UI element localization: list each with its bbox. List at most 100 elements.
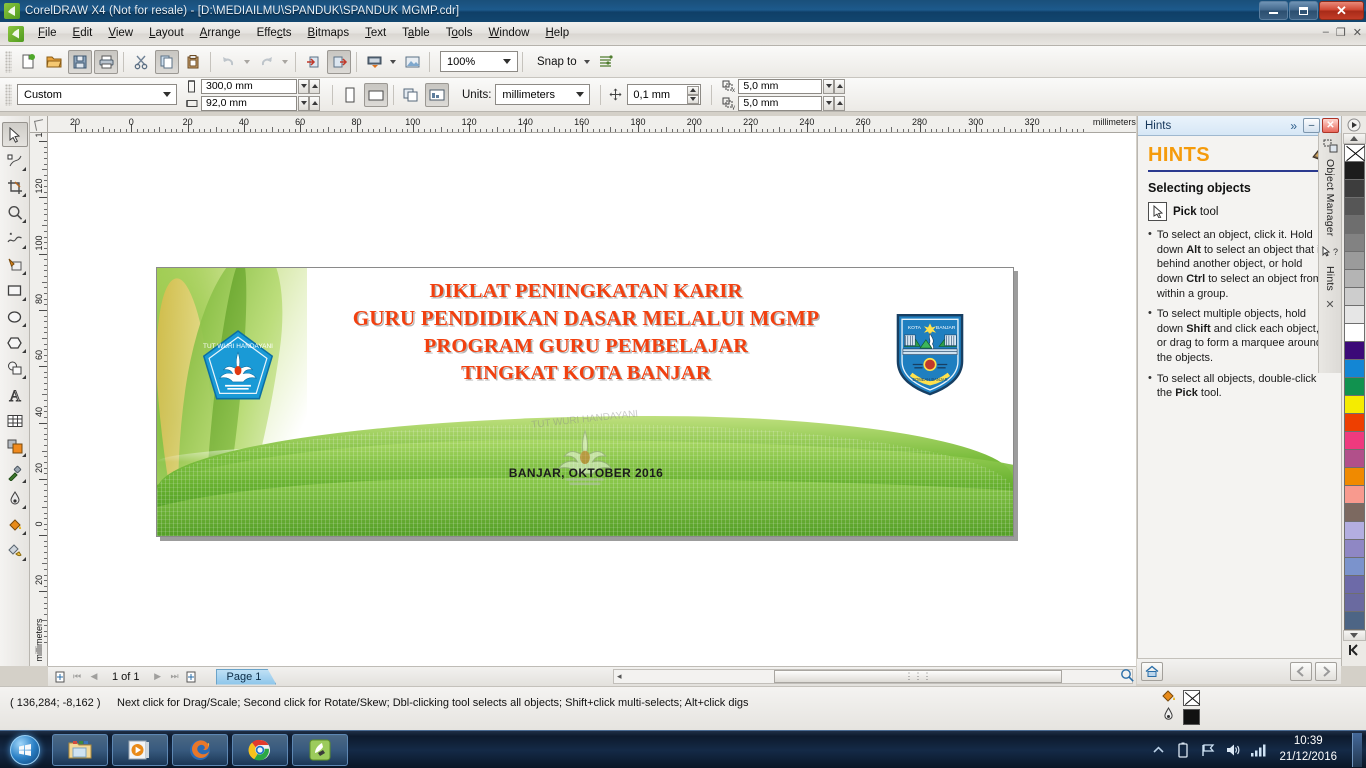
palette-swatch[interactable]: [1344, 198, 1365, 216]
polygon-tool[interactable]: [2, 330, 28, 355]
duplicate-y-down[interactable]: [823, 96, 834, 111]
docker-minimize-button[interactable]: –: [1303, 118, 1320, 133]
docker-close-button[interactable]: ✕: [1322, 118, 1339, 133]
add-page-start-icon[interactable]: [53, 669, 67, 684]
menu-text[interactable]: Text: [357, 24, 394, 43]
scroll-left-arrow-icon[interactable]: ◂: [614, 671, 622, 682]
redo-dropdown-arrow[interactable]: [282, 60, 288, 64]
flyout-arrow-icon[interactable]: [22, 323, 26, 327]
object-manager-icon[interactable]: [1323, 139, 1338, 156]
back-arrow-icon[interactable]: [1290, 662, 1312, 681]
vertical-ruler[interactable]: 14012010080604020020millimeters: [30, 133, 48, 666]
toolbar-grip[interactable]: [5, 51, 12, 73]
page-height-up[interactable]: [309, 96, 320, 111]
smart-fill-tool[interactable]: [2, 252, 28, 277]
property-bar-grip[interactable]: [5, 84, 12, 106]
palette-swatch[interactable]: [1344, 234, 1365, 252]
minimize-button[interactable]: [1259, 1, 1288, 20]
palette-swatch[interactable]: [1344, 558, 1365, 576]
palette-swatch[interactable]: [1344, 504, 1365, 522]
banner-title[interactable]: DIKLAT PENINGKATAN KARIR GURU PENDIDIKAN…: [277, 278, 895, 387]
chevron-up-icon[interactable]: [1150, 742, 1166, 758]
launcher-dropdown-arrow[interactable]: [390, 60, 396, 64]
palette-swatch[interactable]: [1344, 342, 1365, 360]
menu-file[interactable]: File: [30, 24, 65, 43]
taskbar-coreldraw-x4[interactable]: [292, 734, 348, 766]
application-launcher-button[interactable]: [362, 50, 386, 74]
duplicate-x-up[interactable]: [834, 79, 845, 94]
palette-expand-icon[interactable]: [1343, 641, 1366, 658]
eyedropper-tool[interactable]: [2, 460, 28, 485]
page-height-down[interactable]: [298, 96, 309, 111]
home-icon[interactable]: [1141, 662, 1163, 681]
menu-table[interactable]: Table: [394, 24, 438, 43]
battery-icon[interactable]: [1175, 742, 1191, 758]
palette-swatch[interactable]: [1344, 306, 1365, 324]
copy-button[interactable]: [155, 50, 179, 74]
chevron-down-icon[interactable]: [500, 53, 514, 70]
flag-icon[interactable]: [1200, 742, 1216, 758]
flyout-arrow-icon[interactable]: [22, 349, 26, 353]
menu-view[interactable]: View: [100, 24, 141, 43]
taskbar-google-chrome[interactable]: [232, 734, 288, 766]
palette-swatch[interactable]: [1344, 396, 1365, 414]
flyout-arrow-icon[interactable]: [22, 219, 26, 223]
duplicate-x-spinner[interactable]: [823, 79, 845, 94]
shape-tool[interactable]: [2, 148, 28, 173]
flyout-arrow-icon[interactable]: [22, 297, 26, 301]
landscape-orientation-button[interactable]: [364, 83, 388, 107]
import-button[interactable]: [301, 50, 325, 74]
docker-tab-object-manager[interactable]: Object Manager: [1324, 159, 1336, 237]
palette-swatch[interactable]: [1344, 540, 1365, 558]
flyout-arrow-icon[interactable]: [22, 375, 26, 379]
taskbar-windows-media-player[interactable]: [112, 734, 168, 766]
palette-swatch[interactable]: [1344, 576, 1365, 594]
crop-tool[interactable]: [2, 174, 28, 199]
horizontal-ruler[interactable]: 2002040608010012014016018020022024026028…: [30, 116, 1136, 133]
palette-swatch[interactable]: [1344, 612, 1365, 630]
docker-tab-close-icon[interactable]: ✕: [1325, 298, 1334, 311]
paste-button[interactable]: [181, 50, 205, 74]
nudge-down[interactable]: [687, 95, 699, 104]
docker-collapse-icon[interactable]: »: [1290, 119, 1297, 133]
palette-swatch[interactable]: [1344, 360, 1365, 378]
last-page-button[interactable]: ⏭: [168, 669, 182, 684]
banner-artwork[interactable]: TUT WURI HANDAYANI TUT WURI HANDAYANI: [157, 268, 1013, 536]
flyout-arrow-icon[interactable]: [22, 245, 26, 249]
first-page-button[interactable]: ⏮: [70, 669, 84, 684]
palette-swatch[interactable]: [1344, 486, 1365, 504]
horizontal-scrollbar[interactable]: ◂ ⋮⋮⋮: [613, 669, 1133, 684]
taskbar-mozilla-firefox[interactable]: [172, 734, 228, 766]
palette-swatch[interactable]: [1344, 594, 1365, 612]
mdi-close-button[interactable]: ✕: [1353, 26, 1362, 39]
drawing-canvas[interactable]: TUT WURI HANDAYANI TUT WURI HANDAYANI: [48, 133, 1136, 666]
page-width-up[interactable]: [309, 79, 320, 94]
snap-to-dropdown[interactable]: Snap to: [537, 56, 593, 68]
flyout-arrow-icon[interactable]: [22, 167, 26, 171]
page-height-field[interactable]: 92,0 mm: [201, 96, 297, 111]
palette-swatch[interactable]: [1344, 324, 1365, 342]
undo-dropdown-arrow[interactable]: [244, 60, 250, 64]
palette-swatch[interactable]: [1344, 432, 1365, 450]
palette-scroll-up-icon[interactable]: [1343, 133, 1366, 144]
palette-pin-icon[interactable]: [1343, 116, 1366, 133]
mdi-minimize-button[interactable]: –: [1323, 26, 1329, 39]
mdi-restore-button[interactable]: ❐: [1336, 26, 1346, 39]
previous-page-button[interactable]: ◀: [87, 669, 101, 684]
flyout-arrow-icon[interactable]: [22, 531, 26, 535]
flyout-arrow-icon[interactable]: [22, 453, 26, 457]
flyout-arrow-icon[interactable]: [22, 479, 26, 483]
portrait-orientation-button[interactable]: [338, 83, 362, 107]
palette-swatch[interactable]: [1344, 468, 1365, 486]
basic-shapes-tool[interactable]: [2, 356, 28, 381]
palette-swatch[interactable]: [1344, 522, 1365, 540]
apply-to-current-page-button[interactable]: [425, 83, 449, 107]
pick-tool[interactable]: [2, 122, 28, 147]
palette-swatch[interactable]: [1344, 270, 1365, 288]
palette-swatch-none[interactable]: [1344, 144, 1365, 162]
options-button[interactable]: [594, 50, 618, 74]
chevron-down-icon[interactable]: [160, 86, 174, 103]
new-document-button[interactable]: [16, 50, 40, 74]
flyout-arrow-icon[interactable]: [22, 505, 26, 509]
palette-swatch[interactable]: [1344, 180, 1365, 198]
